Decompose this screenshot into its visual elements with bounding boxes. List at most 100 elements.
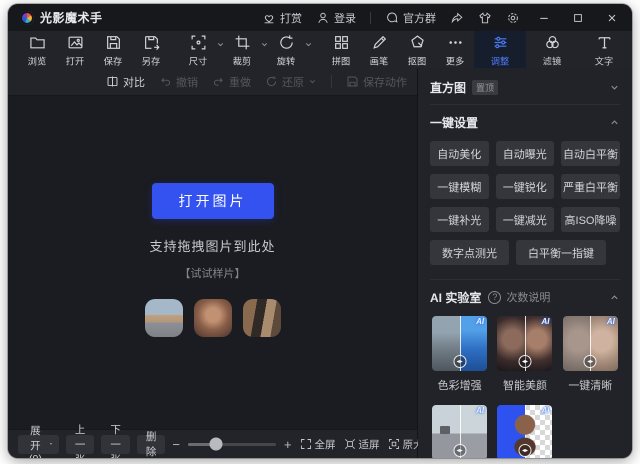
cutout-icon [409, 34, 426, 51]
zoom-slider-thumb[interactable] [210, 438, 223, 451]
fullscreen-button[interactable]: 全屏 [300, 437, 336, 452]
titlebar: 光影魔术手 打赏 登录 官方群 [8, 4, 632, 31]
toolbar-size[interactable]: 尺寸 [180, 31, 224, 68]
compare-slider-icon: ◂▸ [453, 355, 466, 368]
tab-adjust[interactable]: 调整 [474, 31, 526, 68]
compare-slider-icon: ◂▸ [453, 444, 466, 457]
maximize-button[interactable] [568, 10, 588, 26]
chat-bubble-icon [385, 11, 399, 25]
redo-button[interactable]: 重做 [212, 74, 251, 90]
save-icon [105, 34, 122, 51]
tab-filters[interactable]: 滤镜 [526, 31, 578, 68]
more-dots-icon [447, 34, 464, 51]
auto-exposure-button[interactable]: 自动曝光 [496, 141, 555, 166]
original-size-icon [388, 438, 400, 450]
zoom-in-button[interactable]: + [284, 438, 292, 451]
panel-divider [430, 279, 620, 280]
ai-lab-section-header[interactable]: AI 实验室 ? 次数说明 [418, 282, 632, 312]
usage-info-link[interactable]: 次数说明 [506, 289, 550, 305]
zoom-out-button[interactable]: − [172, 438, 180, 451]
fullscreen-icon [300, 438, 312, 450]
ai-one-key-clarity[interactable]: AI ◂▸ 一键清晰 [561, 316, 620, 393]
panel-tabs: 调整 滤镜 文字 水印 [474, 31, 632, 68]
one-key-dim-light-button[interactable]: 一键减光 [496, 207, 555, 232]
previous-image-button[interactable]: 上一张 [66, 435, 95, 454]
filter-circles-icon [544, 34, 561, 51]
minimize-button[interactable] [534, 10, 554, 26]
pin-badge: 置顶 [472, 80, 498, 95]
share-icon[interactable] [450, 11, 464, 25]
auto-beautify-button[interactable]: 自动美化 [430, 141, 489, 166]
login-button[interactable]: 登录 [316, 10, 356, 26]
help-icon[interactable]: ? [488, 291, 501, 304]
sample-image-road[interactable] [145, 299, 183, 337]
brush-icon [371, 34, 388, 51]
one-key-sharpen-button[interactable]: 一键锐化 [496, 174, 555, 199]
tab-text[interactable]: 文字 [578, 31, 630, 68]
sample-image-flatlay[interactable] [243, 299, 281, 337]
high-iso-denoise-button[interactable]: 高ISO降噪 [561, 207, 620, 232]
ai-smart-beauty[interactable]: AI ◂▸ 智能美颜 [495, 316, 554, 393]
theme-shirt-icon[interactable] [478, 11, 492, 25]
tab-watermark[interactable]: 水印 [630, 31, 632, 68]
compare-button[interactable]: 对比 [106, 74, 145, 90]
toolbar-save[interactable]: 保存 [94, 31, 132, 68]
ai-smart-cutout[interactable]: AI ◂▸ 智能抠图 [495, 405, 554, 458]
one-key-fill-light-button[interactable]: 一键补光 [430, 207, 489, 232]
severe-white-balance-button[interactable]: 严重白平衡 [561, 174, 620, 199]
save-action-button[interactable]: 保存动作 [346, 74, 407, 90]
ai-badge: AI [541, 317, 549, 326]
close-button[interactable] [602, 10, 622, 26]
settings-gear-icon[interactable] [506, 11, 520, 25]
delete-image-button[interactable]: 删除 [137, 435, 166, 454]
fit-screen-button[interactable]: 适屏 [344, 437, 380, 452]
main-toolbar: 浏览 打开 保存 另存 尺寸 裁剪 [8, 31, 632, 68]
subbar-divider [331, 75, 332, 88]
toolbar-crop[interactable]: 裁剪 [224, 31, 268, 68]
reward-button[interactable]: 打赏 [262, 10, 302, 26]
white-balance-one-touch-button[interactable]: 白平衡一指键 [516, 240, 606, 265]
ai-one-key-clarity-thumbnail: AI ◂▸ [563, 316, 618, 371]
ai-eraser-pen[interactable]: AI ◂▸ 消除笔 [430, 405, 489, 458]
one-key-section-header[interactable]: 一键设置 [418, 107, 632, 137]
open-image-button[interactable]: 打开图片 [152, 183, 274, 219]
ai-badge: AI [607, 317, 615, 326]
titlebar-divider [370, 12, 371, 24]
ai-eraser-pen-thumbnail: AI ◂▸ [432, 405, 487, 458]
drop-hint-text: 支持拖拽图片到此处 [149, 236, 275, 255]
user-icon [316, 11, 330, 25]
folder-icon [29, 34, 46, 51]
save-as-icon [143, 34, 160, 51]
histogram-section-header[interactable]: 直方图 置顶 [418, 72, 632, 102]
auto-white-balance-button[interactable]: 自动白平衡 [561, 141, 620, 166]
next-image-button[interactable]: 下一张 [101, 435, 130, 454]
compare-split-icon [106, 75, 119, 88]
toolbar-more[interactable]: 更多 [436, 31, 474, 68]
restore-button[interactable]: 还原 [265, 74, 317, 90]
toolbar-open[interactable]: 打开 [56, 31, 94, 68]
fit-screen-icon [344, 438, 356, 450]
ai-lab-items: AI ◂▸ 色彩增强 AI ◂▸ 智能美颜 AI [418, 312, 632, 458]
toolbar-rotate[interactable]: 旋转 [268, 31, 312, 68]
zoom-slider[interactable] [188, 443, 276, 446]
toolbar-save-as[interactable]: 另存 [132, 31, 170, 68]
bottom-bar: 展开(0) 上一张 下一张 删除 − + 全屏 [8, 429, 417, 458]
undo-button[interactable]: 撤销 [159, 74, 198, 90]
toolbar-browse[interactable]: 浏览 [18, 31, 56, 68]
ai-color-enhance[interactable]: AI ◂▸ 色彩增强 [430, 316, 489, 393]
chevron-down-icon [304, 40, 313, 49]
toolbar-cutout[interactable]: 抠图 [398, 31, 436, 68]
expand-list-button[interactable]: 展开(0) [18, 435, 59, 454]
chevron-up-icon [609, 117, 620, 128]
digital-spot-metering-button[interactable]: 数字点测光 [430, 240, 509, 265]
toolbar-collage[interactable]: 拼图 [322, 31, 360, 68]
compare-slider-icon: ◂▸ [518, 355, 531, 368]
ai-badge: AI [476, 317, 484, 326]
chevron-up-icon [609, 292, 620, 303]
official-group-button[interactable]: 官方群 [385, 10, 436, 26]
resize-icon [190, 34, 207, 51]
one-key-blur-button[interactable]: 一键模糊 [430, 174, 489, 199]
toolbar-brush[interactable]: 画笔 [360, 31, 398, 68]
sample-image-portrait[interactable] [194, 299, 232, 337]
chevron-down-icon [49, 440, 53, 448]
